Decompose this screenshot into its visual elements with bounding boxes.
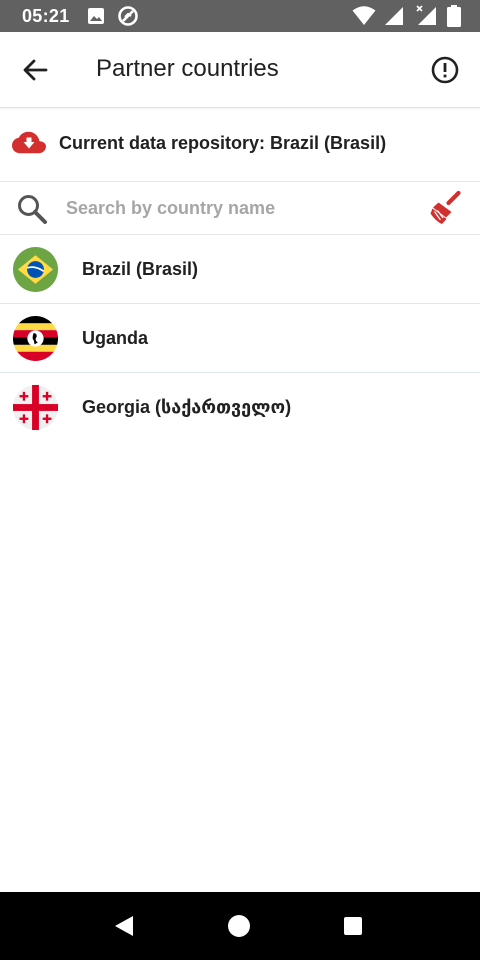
image-icon [88, 8, 104, 24]
home-circle-icon[interactable] [227, 914, 251, 938]
cell-signal-no-data-icon [416, 5, 436, 25]
back-triangle-icon[interactable] [113, 914, 135, 938]
wifi-icon [352, 6, 376, 25]
battery-icon [447, 5, 461, 27]
country-name: Georgia (საქართველო) [82, 397, 292, 417]
app-bar: Partner countries [0, 32, 480, 108]
arrow-back-icon [23, 59, 48, 81]
page-title: Partner countries [96, 55, 279, 82]
search-icon [18, 195, 47, 224]
country-item-brazil[interactable]: Brazil (Brasil) [0, 235, 480, 304]
do-not-disturb-icon [118, 6, 138, 26]
search-input[interactable] [66, 194, 406, 222]
recents-square-icon[interactable] [343, 916, 363, 936]
georgia-flag-icon [12, 384, 59, 431]
current-repository-text: Current data repository: Brazil (Brasil) [59, 133, 387, 153]
brazil-flag-icon [12, 246, 59, 293]
status-bar: 05:21 [0, 0, 480, 32]
country-item-uganda[interactable]: Uganda [0, 304, 480, 373]
cell-signal-icon [385, 7, 403, 25]
clear-search-button[interactable] [428, 190, 464, 226]
current-repository-row: Current data repository: Brazil (Brasil) [0, 108, 480, 182]
country-name: Brazil (Brasil) [82, 259, 199, 279]
navigation-bar [0, 892, 480, 960]
info-button[interactable] [426, 51, 464, 89]
cloud-download-icon [12, 131, 46, 154]
broom-icon [430, 190, 461, 224]
info-circle-icon [431, 56, 459, 84]
uganda-flag-icon [12, 315, 59, 362]
country-list: Brazil (Brasil) Uganda Georgia (საქართვე… [0, 235, 480, 441]
status-time: 05:21 [22, 6, 70, 26]
country-name: Uganda [82, 328, 149, 348]
country-item-georgia[interactable]: Georgia (საქართველო) [0, 373, 480, 441]
back-button[interactable] [16, 51, 54, 89]
search-bar [0, 182, 480, 235]
